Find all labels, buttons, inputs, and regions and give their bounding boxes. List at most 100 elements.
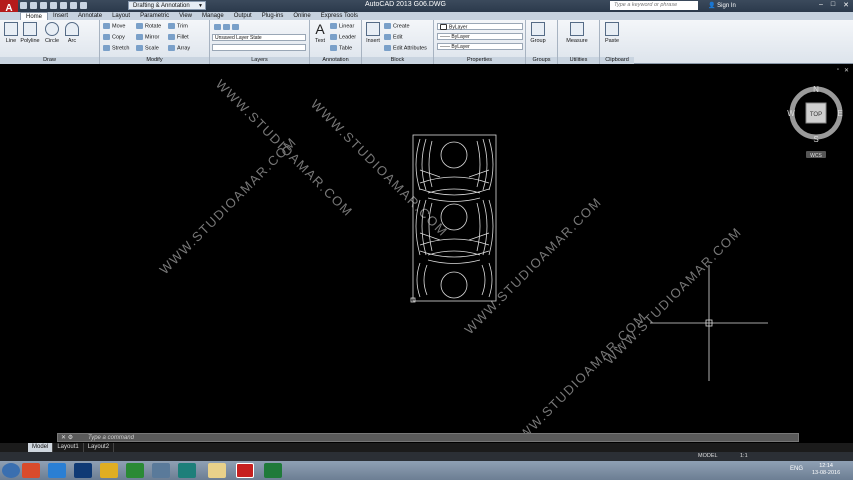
scale-button[interactable]: Scale <box>136 45 159 51</box>
workspace-dropdown[interactable]: Drafting & Annotation ▼ <box>128 1 206 10</box>
line-button[interactable]: Line <box>1 22 21 44</box>
command-input[interactable]: Type a command <box>88 434 134 442</box>
groups-panel-title[interactable]: Groups <box>526 57 557 64</box>
excel-icon[interactable] <box>264 463 282 478</box>
close-icon[interactable]: ✕ ⚙ <box>61 434 73 441</box>
compass-south[interactable]: S <box>813 135 818 144</box>
compass-north[interactable]: N <box>813 85 819 94</box>
search-input[interactable]: Type a keyword or phrase <box>610 1 698 10</box>
move-button[interactable]: Move <box>103 23 125 29</box>
file-explorer-icon[interactable] <box>208 463 226 478</box>
redo-icon[interactable] <box>80 2 87 9</box>
edit-block-button[interactable]: Edit <box>384 34 402 40</box>
group-button[interactable]: Group <box>528 22 548 44</box>
layer-properties-button[interactable] <box>214 24 241 30</box>
layers-panel-title[interactable]: Layers <box>210 57 309 64</box>
tab-layout1[interactable]: Layout1 <box>53 443 84 452</box>
crosshair-cursor <box>650 265 768 381</box>
tab-model[interactable]: Model <box>28 443 54 452</box>
circle-button[interactable]: Circle <box>42 22 62 44</box>
taskbar-app-icon[interactable] <box>178 463 196 478</box>
measure-button[interactable]: Measure <box>562 22 592 44</box>
plot-icon[interactable] <box>60 2 67 9</box>
title-bar: A Drafting & Annotation ▼ AutoCAD 2013 G0… <box>0 0 853 22</box>
copy-button[interactable]: Copy <box>103 34 125 40</box>
edit-label: Edit <box>393 34 403 41</box>
edit-attributes-button[interactable]: Edit Attributes <box>384 45 427 51</box>
fillet-button[interactable]: Fillet <box>168 34 189 40</box>
taskbar-app-icon[interactable] <box>152 463 170 478</box>
clipboard-panel-title[interactable]: Clipboard <box>600 57 634 64</box>
stretch-button[interactable]: Stretch <box>103 45 129 51</box>
table-button[interactable]: Table <box>330 45 352 51</box>
tab-output[interactable]: Output <box>229 12 257 20</box>
compass-east[interactable]: E <box>837 109 842 118</box>
tab-online[interactable]: Online <box>288 12 315 20</box>
utorrent-icon[interactable] <box>126 463 144 478</box>
tab-layout2[interactable]: Layout2 <box>84 443 115 452</box>
photoshop-icon[interactable] <box>74 463 92 478</box>
autocad-icon[interactable] <box>236 463 254 478</box>
new-icon[interactable] <box>20 2 27 9</box>
tab-annotate[interactable]: Annotate <box>73 12 107 20</box>
start-button[interactable] <box>2 463 20 478</box>
open-icon[interactable] <box>30 2 37 9</box>
tab-plug-ins[interactable]: Plug-ins <box>257 12 289 20</box>
tab-layout[interactable]: Layout <box>107 12 135 20</box>
tab-manage[interactable]: Manage <box>197 12 229 20</box>
model-space-toggle[interactable]: MODEL <box>698 453 718 459</box>
restore-icon[interactable]: ▫ <box>837 67 839 74</box>
tab-view[interactable]: View <box>174 12 197 20</box>
paste-button[interactable]: Paste <box>602 22 622 44</box>
save-as-icon[interactable] <box>50 2 57 9</box>
layer-dropdown[interactable] <box>212 44 306 51</box>
maximize-icon[interactable]: □ <box>831 1 835 9</box>
create-block-button[interactable]: Create <box>384 23 410 29</box>
taskbar-app-icon[interactable] <box>22 463 40 478</box>
polyline-button[interactable]: Polyline <box>20 22 40 44</box>
arc-button[interactable]: Arc <box>62 22 82 44</box>
layer-state-dropdown[interactable]: Unsaved Layer State <box>212 34 306 41</box>
linetype-dropdown[interactable]: —— ByLayer <box>437 33 523 40</box>
annotation-panel-title[interactable]: Annotation <box>310 57 361 64</box>
text-button[interactable]: A Text <box>310 22 330 44</box>
tab-home[interactable]: Home <box>20 12 49 20</box>
drawing-area[interactable]: WWW.STUDIOAMAR.COM WWW.STUDIOAMAR.COM WW… <box>0 65 853 433</box>
modify-panel-title[interactable]: Modify <box>100 57 209 64</box>
create-label: Create <box>393 23 410 30</box>
minimize-icon[interactable]: – <box>819 1 823 9</box>
save-icon[interactable] <box>40 2 47 9</box>
utilities-panel-title[interactable]: Utilities <box>558 57 599 64</box>
linetype-icon: —— <box>440 34 452 40</box>
chrome-icon[interactable] <box>100 463 118 478</box>
close-icon[interactable]: ✕ <box>843 1 849 9</box>
properties-panel-title[interactable]: Properties <box>434 57 525 64</box>
array-button[interactable]: Array <box>168 45 190 51</box>
leader-button[interactable]: Leader <box>330 34 356 40</box>
insert-button[interactable]: Insert <box>363 22 383 44</box>
compass-west[interactable]: W <box>787 109 795 118</box>
lineweight-dropdown[interactable]: —— ByLayer <box>437 43 523 50</box>
viewcube[interactable]: TOP N S E W WCS <box>787 85 842 159</box>
system-clock[interactable]: 12:14 13-08-2016 <box>812 463 840 477</box>
tab-express-tools[interactable]: Express Tools <box>316 12 363 20</box>
linear-button[interactable]: Linear <box>330 23 354 29</box>
color-dropdown[interactable]: ByLayer <box>437 23 523 30</box>
language-indicator[interactable]: ENG <box>790 466 803 472</box>
annotation-scale[interactable]: 1:1 <box>740 453 748 459</box>
trim-button[interactable]: Trim <box>168 23 188 29</box>
sign-in-link[interactable]: 👤 Sign In <box>708 2 736 9</box>
block-panel-title[interactable]: Block <box>362 57 433 64</box>
rotate-button[interactable]: Rotate <box>136 23 161 29</box>
undo-icon[interactable] <box>70 2 77 9</box>
close-icon[interactable]: ✕ <box>844 67 849 74</box>
draw-panel-title[interactable]: Draw <box>0 57 99 64</box>
groups-panel: Group Groups <box>526 20 558 64</box>
tab-insert[interactable]: Insert <box>48 12 73 20</box>
measure-label: Measure <box>566 38 588 44</box>
tab-parametric[interactable]: Parametric <box>135 12 174 20</box>
windows-taskbar: ENG 12:14 13-08-2016 <box>0 461 853 480</box>
internet-explorer-icon[interactable] <box>48 463 66 478</box>
command-line[interactable]: ✕ ⚙ Type a command <box>57 433 799 442</box>
mirror-button[interactable]: Mirror <box>136 34 159 40</box>
